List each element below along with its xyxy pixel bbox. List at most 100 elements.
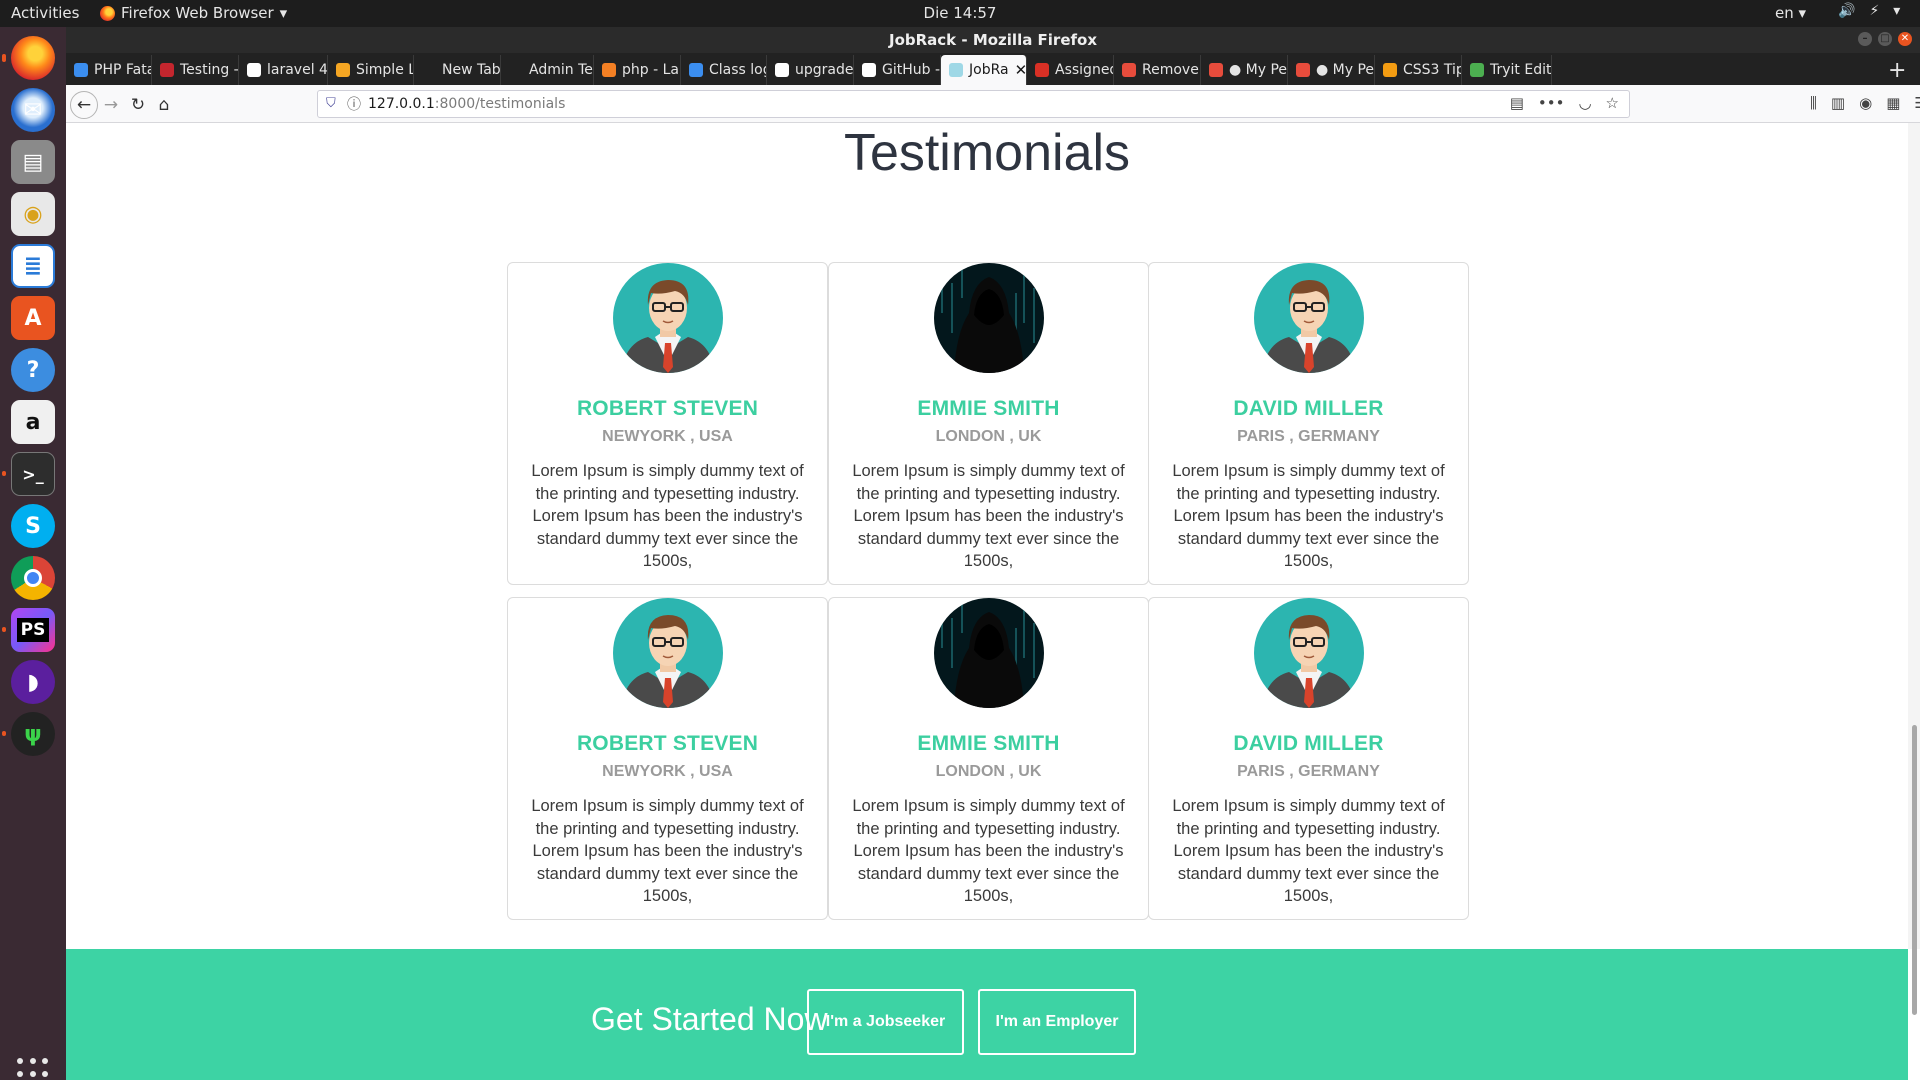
browser-tab[interactable]: Class log [681, 55, 767, 85]
language-indicator[interactable]: en ▾ [1775, 4, 1806, 22]
browser-tab[interactable]: upgrade [767, 55, 854, 85]
browser-tab[interactable]: Assigned [1027, 55, 1114, 85]
dock-item-podcast[interactable]: ◗ [8, 657, 58, 707]
tab-favicon-icon [422, 63, 436, 77]
tab-favicon-icon [509, 63, 523, 77]
dock-item-thunderbird[interactable]: ✉ [8, 85, 58, 135]
browser-tab[interactable]: Remove s [1114, 55, 1201, 85]
dock-item-amazon[interactable]: a [8, 397, 58, 447]
dock-item-help[interactable]: ? [8, 345, 58, 395]
maximize-button[interactable]: □ [1878, 32, 1892, 46]
browser-tab[interactable]: ● My Per [1288, 55, 1375, 85]
activities-button[interactable]: Activities [11, 4, 79, 22]
close-window-button[interactable]: ✕ [1898, 32, 1912, 46]
library-icon[interactable]: ⫼ [1810, 94, 1817, 112]
avatar [1254, 598, 1364, 708]
app-menu[interactable]: Firefox Web Browser ▾ [100, 4, 287, 22]
page-actions-icon[interactable]: ••• [1538, 94, 1565, 112]
tab-favicon-icon [336, 63, 350, 77]
url-bar[interactable]: ⛉ ⓘ 127.0.0.1:8000/testimonials ▤ ••• ◡ … [317, 90, 1630, 118]
site-info-icon[interactable]: ⓘ [347, 94, 361, 114]
hamburger-menu-icon[interactable]: ☰ [1914, 94, 1920, 112]
man-avatar-illustration [1254, 263, 1364, 373]
window-titlebar[interactable]: JobRack - Mozilla Firefox – □ ✕ [66, 27, 1920, 53]
testimonial-card: EMMIE SMITH LONDON , UK Lorem Ipsum is sim… [828, 262, 1149, 585]
reload-button[interactable]: ↻ [124, 91, 152, 119]
testimonial-quote: Lorem Ipsum is simply dummy text of the … [531, 797, 804, 906]
show-applications-button[interactable] [17, 1058, 49, 1080]
dock-item-software[interactable]: A [8, 293, 58, 343]
browser-tab[interactable]: Simple La [328, 55, 414, 85]
dock-item-firefox[interactable] [2, 33, 58, 83]
hooded-hacker-avatar-illustration [934, 598, 1044, 708]
browser-tab[interactable]: CSS3 Tip [1375, 55, 1462, 85]
new-tab-button[interactable]: + [1888, 58, 1906, 83]
dock-item-rhythmbox[interactable]: ◉ [8, 189, 58, 239]
testimonial-location: LONDON , UK [935, 428, 1042, 445]
tab-favicon-icon [1383, 63, 1397, 77]
dock-item-network[interactable]: ψ [2, 709, 58, 759]
tab-strip: PHP Fata Testing - laravel 4. Simple La New … [66, 53, 1920, 85]
dock-item-phpstorm[interactable]: PS [2, 605, 58, 655]
system-status-area[interactable]: 🔊 ⚡ ▾ [1838, 3, 1900, 19]
browser-tab[interactable]: laravel 4. [239, 55, 328, 85]
tab-label: Simple La [356, 62, 413, 78]
scrollbar-thumb[interactable] [1912, 725, 1917, 1015]
tab-label: Admin Tests [529, 62, 593, 78]
tab-favicon-icon [1122, 63, 1136, 77]
dock-item-terminal[interactable]: >_ [2, 449, 58, 499]
avatar [1254, 263, 1364, 373]
tab-label: Testing - [180, 62, 239, 78]
employer-button[interactable]: I'm an Employer [978, 989, 1136, 1055]
firefox-icon [100, 5, 115, 21]
tab-favicon-icon [74, 63, 88, 77]
volume-icon: 🔊 [1838, 3, 1856, 19]
url-path: :8000/testimonials [434, 96, 566, 112]
tab-label: GitHub - [882, 62, 941, 78]
dock-item-writer[interactable]: ≣ [8, 241, 58, 291]
page-viewport: Testimonials ROBERT STEVEN NEWYORK , USA L… [66, 123, 1920, 1080]
page-scrollbar[interactable] [1908, 123, 1920, 1015]
account-icon[interactable]: ◉ [1859, 94, 1872, 112]
browser-tab[interactable]: ● My Per [1201, 55, 1288, 85]
ubuntu-dock: ✉ ▤ ◉ ≣ A ? a >_ S PS ◗ ψ [0, 27, 66, 1080]
chevron-down-icon: ▾ [279, 4, 288, 22]
browser-tab[interactable]: Admin Tests [501, 55, 594, 85]
testimonial-location: NEWYORK , USA [602, 428, 733, 445]
browser-tab[interactable]: Tryit Edit [1462, 55, 1552, 85]
url-host: 127.0.0.1 [368, 96, 435, 112]
chevron-down-icon: ▾ [1893, 3, 1901, 19]
tab-favicon-icon [1470, 63, 1484, 77]
tab-label: Remove s [1142, 62, 1200, 78]
bookmark-star-icon[interactable]: ☆ [1606, 94, 1619, 112]
home-button[interactable]: ⌂ [150, 91, 178, 119]
tracking-protection-shield-icon[interactable]: ⛉ [326, 96, 340, 112]
clock[interactable]: Die 14:57 [924, 4, 997, 22]
phpstorm-icon: PS [11, 608, 55, 652]
page-title: Testimonials [843, 124, 1131, 182]
browser-tab[interactable]: Testing - [152, 55, 239, 85]
browser-tab[interactable]: JobRa ✕ [941, 55, 1027, 85]
pocket-icon[interactable]: ◡ [1578, 94, 1591, 112]
jobseeker-button[interactable]: I'm a Jobseeker [807, 989, 964, 1055]
reader-view-icon[interactable]: ▤ [1510, 94, 1524, 112]
dock-item-chrome[interactable] [8, 553, 58, 603]
close-tab-icon[interactable]: ✕ [1015, 61, 1026, 79]
extensions-icon[interactable]: ▦ [1886, 94, 1900, 112]
dock-item-skype[interactable]: S [8, 501, 58, 551]
dock-item-files[interactable]: ▤ [8, 137, 58, 187]
browser-tab[interactable]: New Tab [414, 55, 501, 85]
forward-button[interactable]: → [97, 91, 125, 119]
browser-tab[interactable]: PHP Fata [66, 55, 152, 85]
back-button[interactable]: ← [70, 91, 98, 119]
url-text[interactable]: 127.0.0.1:8000/testimonials [368, 96, 565, 112]
tab-favicon-icon [862, 63, 876, 77]
testimonial-location: PARIS , GERMANY [1237, 428, 1380, 445]
mail-icon: ✉ [11, 88, 55, 132]
minimize-button[interactable]: – [1858, 32, 1872, 46]
browser-tab[interactable]: php - Lar [594, 55, 681, 85]
tab-favicon-icon [247, 63, 261, 77]
sidebar-icon[interactable]: ▥ [1831, 94, 1845, 112]
browser-tab[interactable]: GitHub - [854, 55, 941, 85]
testimonial-card: EMMIE SMITH LONDON , UK Lorem Ipsum is sim… [828, 597, 1149, 920]
